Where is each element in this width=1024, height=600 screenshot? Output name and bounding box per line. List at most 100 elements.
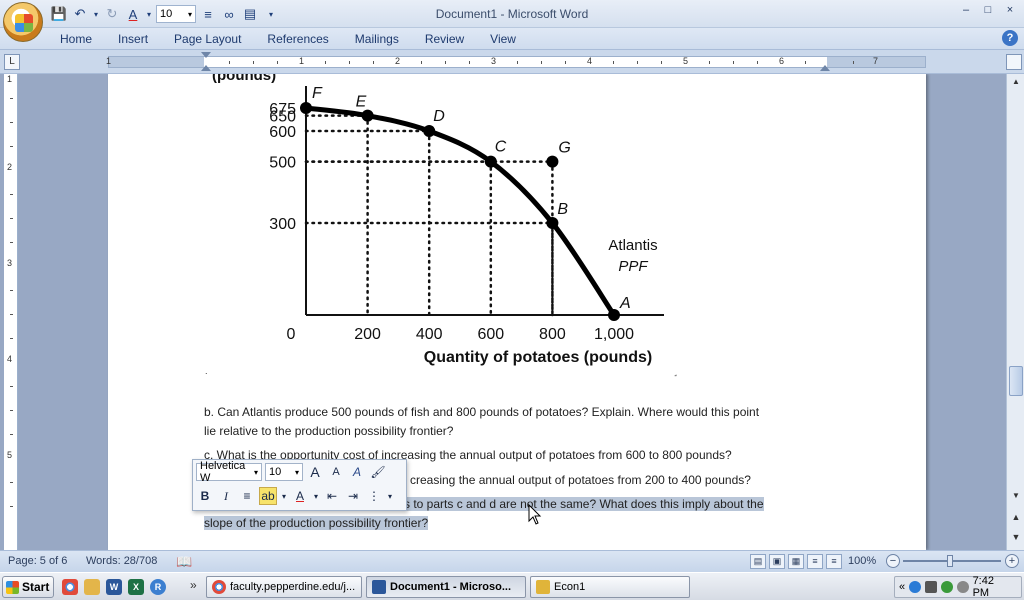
paragraph-d-visible[interactable]: creasing the annual output of potatoes f… — [410, 471, 830, 490]
chart-guides — [304, 114, 554, 317]
highlight-icon[interactable]: ab — [259, 487, 277, 505]
word-count[interactable]: Words: 28/708 — [86, 555, 157, 567]
system-tray: « 7:42 PM — [894, 575, 1022, 599]
ruler-tick — [373, 61, 374, 64]
tab-home[interactable]: Home — [60, 32, 105, 46]
x-tick-label: 400 — [416, 326, 443, 343]
horizontal-ruler[interactable]: 1 1 2 3 4 5 6 7 — [106, 52, 926, 71]
decrease-indent-icon[interactable]: ⇤ — [323, 487, 341, 505]
taskbar-window-word[interactable]: Document1 - Microso... — [366, 576, 526, 598]
tab-view[interactable]: View — [477, 32, 529, 46]
y-tick-label: 500 — [269, 155, 296, 172]
view-ruler-button[interactable] — [1006, 54, 1022, 70]
security-icon[interactable] — [940, 581, 953, 593]
vruler-number: 2 — [7, 162, 13, 172]
x-tick-label: 200 — [354, 326, 381, 343]
vruler-number: 3 — [7, 258, 13, 268]
mouse-cursor-icon — [528, 504, 542, 525]
tray-expand-icon[interactable]: « — [899, 581, 905, 593]
ruler-tick — [709, 61, 710, 64]
font-color-dropdown-icon[interactable]: ▾ — [312, 487, 320, 505]
chrome-icon[interactable] — [62, 579, 78, 595]
proofing-icon[interactable]: 📖 — [176, 554, 192, 570]
ruler-tick — [349, 61, 350, 64]
grow-font-button[interactable]: A — [306, 463, 324, 481]
scroll-down-icon[interactable]: ▼ — [1008, 488, 1024, 504]
scrollbar-thumb[interactable] — [1009, 366, 1023, 396]
taskbar-window-label: Document1 - Microso... — [390, 581, 512, 593]
vertical-ruler[interactable]: 1 2 3 4 5 — [4, 74, 18, 550]
ruler-number: 1 — [299, 56, 305, 66]
format-painter-icon[interactable]: 🖌 — [369, 463, 387, 481]
vruler-tick — [10, 290, 13, 291]
zoom-out-icon[interactable]: − — [886, 554, 900, 568]
volume-icon[interactable] — [924, 581, 937, 593]
increase-indent-icon[interactable]: ⇥ — [344, 487, 362, 505]
zoom-slider-thumb[interactable] — [947, 555, 953, 567]
clock[interactable]: 7:42 PM — [973, 575, 1013, 599]
taskbar-window-label: faculty.pepperdine.edu/j... — [230, 581, 356, 593]
tab-references[interactable]: References — [254, 32, 341, 46]
tray-app-icon[interactable] — [956, 581, 969, 593]
app-r-icon[interactable]: R — [150, 579, 166, 595]
tab-selector[interactable]: L — [4, 54, 20, 70]
help-icon[interactable]: ? — [1002, 30, 1018, 46]
quick-launch-chevron-icon[interactable]: » — [190, 578, 197, 592]
bold-button[interactable]: B — [196, 487, 214, 505]
taskbar-window-folder[interactable]: Econ1 — [530, 576, 690, 598]
draft-view-button[interactable]: ≡ — [826, 554, 842, 569]
web-layout-button[interactable]: ▦ — [788, 554, 804, 569]
bullets-dropdown-icon[interactable]: ▾ — [386, 487, 394, 505]
mini-size-select[interactable]: 10 ▾ — [265, 463, 303, 481]
network-icon[interactable] — [909, 581, 921, 593]
paragraph-b[interactable]: b. Can Atlantis produce 500 pounds of fi… — [204, 403, 819, 441]
italic-button[interactable]: I — [217, 487, 235, 505]
ruler-tick — [661, 61, 662, 64]
zoom-in-icon[interactable]: + — [1005, 554, 1019, 568]
zoom-level[interactable]: 100% — [848, 555, 876, 567]
folder-icon[interactable] — [84, 579, 100, 595]
page-count[interactable]: Page: 5 of 6 — [8, 555, 67, 567]
next-page-icon[interactable]: ▼ — [1008, 532, 1024, 544]
vruler-number: 1 — [7, 74, 13, 84]
ribbon-tabs-bar: Home Insert Page Layout References Maili… — [0, 28, 1024, 50]
tab-page-layout[interactable]: Page Layout — [161, 32, 254, 46]
taskbar-window-browser[interactable]: faculty.pepperdine.edu/j... — [206, 576, 362, 598]
shrink-font-button[interactable]: A — [327, 463, 345, 481]
mini-toolbar-row-2: B I ≡ ab ▾ A ▾ ⇤ ⇥ ⋮ ▾ — [196, 487, 394, 505]
center-align-icon[interactable]: ≡ — [238, 487, 256, 505]
taskbar: Start W X R » faculty.pepperdine.edu/j..… — [0, 572, 1024, 600]
word-icon[interactable]: W — [106, 579, 122, 595]
previous-page-icon[interactable]: ▲ — [1008, 512, 1024, 524]
outline-view-button[interactable]: ≡ — [807, 554, 823, 569]
vruler-tick — [10, 506, 13, 507]
font-color-button[interactable]: A — [291, 487, 309, 505]
right-indent-marker[interactable] — [820, 65, 830, 71]
tab-review[interactable]: Review — [412, 32, 477, 46]
mini-font-select[interactable]: Helvetica W ▾ — [196, 460, 262, 484]
mini-size-value: 10 — [269, 466, 282, 478]
first-line-indent-marker[interactable] — [201, 52, 211, 58]
chart-point-F — [300, 102, 312, 114]
highlight-dropdown-icon[interactable]: ▾ — [280, 487, 288, 505]
paragraph-b-line2: lie relative to the production possibili… — [204, 424, 454, 438]
print-layout-view-button[interactable]: ▤ — [750, 554, 766, 569]
excel-icon[interactable]: X — [128, 579, 144, 595]
chevron-down-icon: ▾ — [294, 467, 299, 477]
minimize-button[interactable]: – — [958, 3, 974, 17]
chart-y-tick-labels: 675 650 600 500 300 — [269, 101, 296, 233]
close-button[interactable]: × — [1002, 3, 1018, 17]
full-screen-reading-button[interactable]: ▣ — [769, 554, 785, 569]
tab-insert[interactable]: Insert — [105, 32, 161, 46]
left-indent-marker[interactable] — [201, 65, 211, 71]
view-buttons: ▤ ▣ ▦ ≡ ≡ — [750, 554, 842, 569]
maximize-button[interactable]: □ — [980, 3, 996, 17]
vertical-scrollbar[interactable]: ▲ ▼ ▲ ▼ — [1006, 74, 1024, 550]
point-label: F — [312, 85, 323, 102]
start-button[interactable]: Start — [2, 576, 54, 598]
styles-button[interactable]: A — [348, 463, 366, 481]
scroll-up-icon[interactable]: ▲ — [1008, 74, 1024, 90]
bullets-icon[interactable]: ⋮ — [365, 487, 383, 505]
office-button[interactable] — [3, 2, 43, 42]
tab-mailings[interactable]: Mailings — [342, 32, 412, 46]
